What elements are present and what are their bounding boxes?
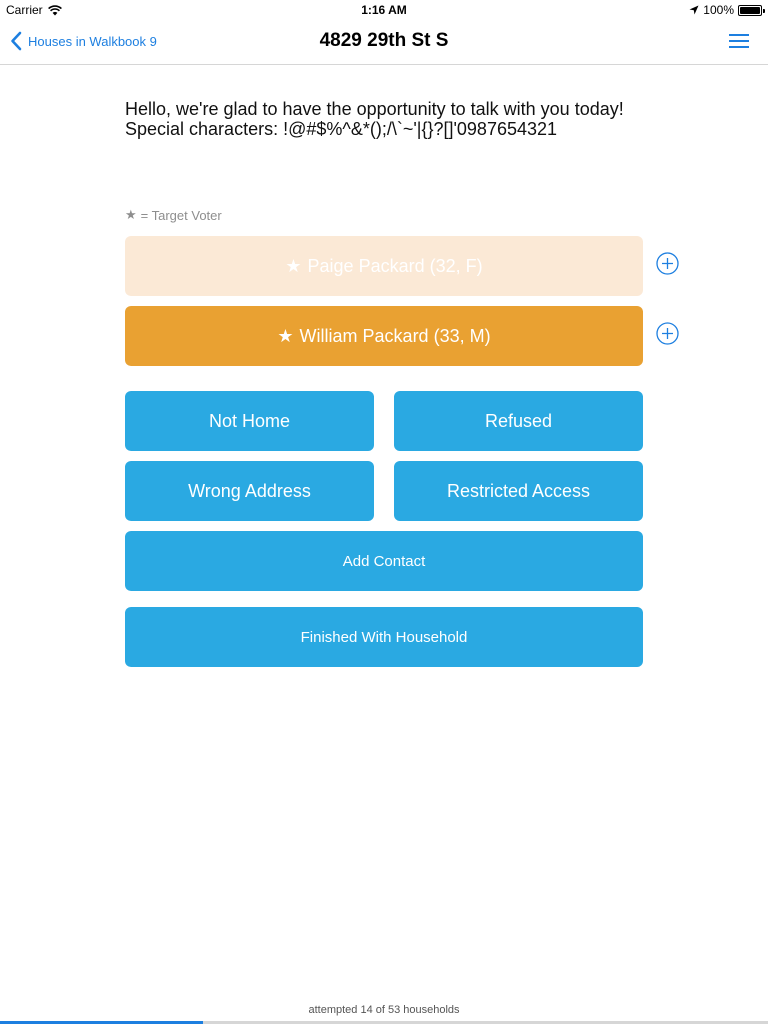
status-bar: Carrier 1:16 AM 100% bbox=[0, 0, 768, 20]
battery-tip bbox=[763, 8, 765, 13]
add-circle-icon[interactable] bbox=[656, 322, 679, 345]
star-icon: ★ bbox=[125, 207, 137, 222]
voter-label: Paige Packard (32, F) bbox=[307, 255, 483, 276]
battery-icon bbox=[738, 4, 765, 16]
canvass-script-text: Hello, we're glad to have the opportunit… bbox=[125, 99, 624, 139]
voter-paige-packard[interactable]: ★ Paige Packard (32, F) bbox=[125, 236, 643, 296]
hamburger-menu-icon[interactable] bbox=[728, 32, 750, 50]
voter-label: William Packard (33, M) bbox=[299, 325, 491, 346]
refused-button[interactable]: Refused bbox=[394, 391, 643, 451]
target-star-icon: ★ bbox=[277, 325, 294, 346]
battery-fill bbox=[740, 6, 760, 14]
voter-william-packard[interactable]: ★ William Packard (33, M) bbox=[125, 306, 643, 366]
back-button[interactable]: Houses in Walkbook 9 bbox=[10, 31, 157, 51]
wrong-address-button[interactable]: Wrong Address bbox=[125, 461, 374, 521]
legend-label: = Target Voter bbox=[140, 207, 222, 223]
location-arrow-icon bbox=[689, 5, 699, 15]
target-voter-legend: ★ = Target Voter bbox=[125, 207, 222, 223]
back-button-label: Houses in Walkbook 9 bbox=[28, 33, 157, 49]
not-home-button[interactable]: Not Home bbox=[125, 391, 374, 451]
add-circle-icon[interactable] bbox=[656, 252, 679, 275]
households-progress-label: attempted 14 of 53 households bbox=[308, 1004, 460, 1016]
finished-with-household-button[interactable]: Finished With Household bbox=[125, 607, 643, 667]
add-contact-button[interactable]: Add Contact bbox=[125, 531, 643, 591]
chevron-left-icon bbox=[11, 31, 22, 51]
battery-percent: 100% bbox=[703, 3, 734, 17]
target-star-icon: ★ bbox=[285, 255, 302, 276]
restricted-access-button[interactable]: Restricted Access bbox=[394, 461, 643, 521]
status-right: 100% bbox=[689, 3, 765, 17]
navigation-bar: Houses in Walkbook 9 4829 29th St S bbox=[0, 20, 768, 65]
status-time: 1:16 AM bbox=[361, 3, 407, 17]
